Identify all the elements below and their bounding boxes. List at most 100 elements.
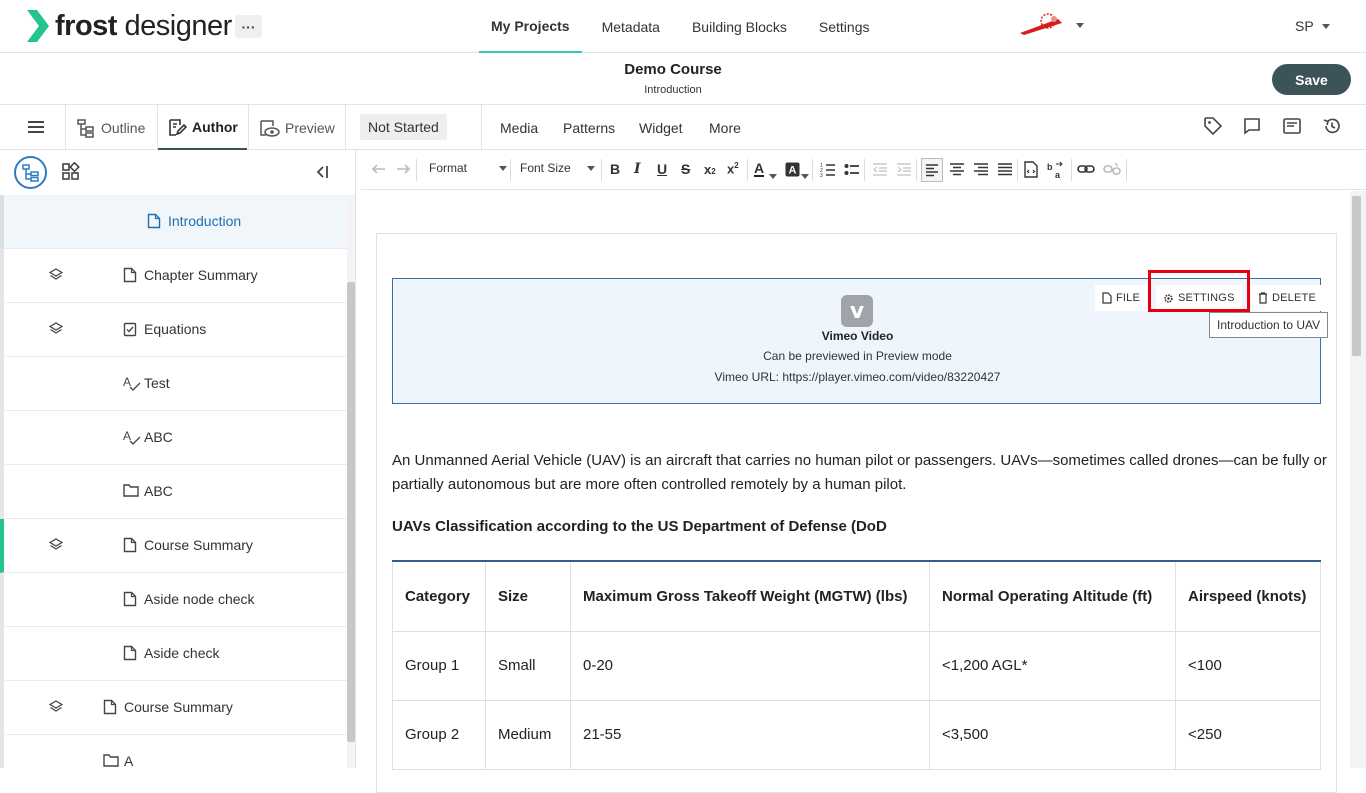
hamburger-menu-icon[interactable] [27, 118, 47, 136]
toolbar-divider [812, 159, 813, 181]
tree-node-label: A [124, 753, 134, 768]
tab-preview[interactable]: Preview [258, 105, 335, 150]
table-cell[interactable]: Group 2 [392, 699, 486, 770]
table-header-cell[interactable]: Maximum Gross Takeoff Weight (MGTW) (lbs… [570, 561, 930, 632]
layers-icon[interactable] [49, 268, 63, 282]
table-cell[interactable]: 0-20 [570, 630, 930, 701]
frost-designer-logo[interactable]: frost designer [27, 8, 232, 44]
tree-node[interactable]: Course Summary [0, 681, 347, 735]
tree-node[interactable]: ABC [0, 465, 347, 519]
file-button[interactable]: FILE [1095, 285, 1148, 311]
comment-icon[interactable] [1242, 116, 1262, 136]
menu-more[interactable]: More [709, 120, 741, 136]
user-menu[interactable]: SP [1295, 18, 1330, 34]
nav-tab-metadata[interactable]: Metadata [590, 0, 672, 53]
grid-view-icon[interactable] [61, 162, 81, 182]
indent-icon[interactable] [896, 162, 912, 177]
tree-view-icon[interactable] [14, 156, 47, 189]
strikethrough-icon[interactable]: S [681, 161, 690, 177]
content-paragraph[interactable]: An Unmanned Aerial Vehicle (UAV) is an a… [392, 449, 1327, 497]
uav-classification-table[interactable]: Category Size Maximum Gross Takeoff Weig… [392, 560, 1321, 770]
superscript-icon[interactable]: x2 [727, 161, 739, 176]
table-cell[interactable]: <1,200 AGL* [929, 630, 1176, 701]
table-header-cell[interactable]: Category [392, 561, 486, 632]
history-icon[interactable] [1322, 116, 1342, 136]
table-cell[interactable]: Medium [485, 699, 571, 770]
layers-icon[interactable] [49, 322, 63, 336]
table-cell[interactable]: <100 [1175, 630, 1321, 701]
layers-icon[interactable] [49, 700, 63, 714]
table-cell[interactable]: <3,500 [929, 699, 1176, 770]
menu-patterns[interactable]: Patterns [563, 120, 615, 136]
table-header-cell[interactable]: Size [485, 561, 571, 632]
notes-icon[interactable] [1282, 116, 1302, 136]
source-code-icon[interactable] [1024, 161, 1038, 178]
undo-icon[interactable] [371, 162, 387, 176]
highlight-color-icon[interactable]: A [785, 162, 800, 177]
link-icon[interactable] [1077, 162, 1095, 176]
bold-icon[interactable]: B [610, 161, 620, 177]
bullet-list-icon[interactable] [844, 162, 860, 177]
table-header-cell[interactable]: Airspeed (knots) [1175, 561, 1321, 632]
spellcheck-icon[interactable]: ba [1047, 161, 1065, 179]
italic-icon[interactable]: I [634, 161, 641, 177]
tab-author[interactable]: Author [158, 105, 247, 150]
editor-scrollbar-thumb[interactable] [1352, 196, 1361, 356]
tree-node[interactable]: A ABC [0, 411, 347, 465]
nav-tab-building-blocks[interactable]: Building Blocks [680, 0, 799, 53]
table-cell[interactable]: <250 [1175, 699, 1321, 770]
align-center-icon[interactable] [949, 162, 965, 177]
content-heading[interactable]: UAVs Classification according to the US … [392, 518, 887, 535]
svg-text:A: A [789, 165, 797, 177]
more-options-button[interactable]: ··· [235, 15, 262, 38]
status-badge[interactable]: Not Started [360, 114, 447, 140]
editor-scrollbar[interactable] [1350, 191, 1366, 768]
delete-button[interactable]: DELETE [1251, 285, 1323, 311]
tree-node[interactable]: A Test [0, 357, 347, 411]
menu-media[interactable]: Media [500, 120, 538, 136]
align-right-icon[interactable] [973, 162, 989, 177]
tree-node[interactable]: Aside check [0, 627, 347, 681]
tree-node[interactable]: Chapter Summary [0, 249, 347, 303]
chevron-down-icon[interactable] [769, 168, 777, 182]
layers-icon[interactable] [49, 538, 63, 552]
toolbar-divider [864, 159, 865, 181]
align-justify-icon[interactable] [997, 162, 1013, 177]
font-size-dropdown[interactable]: Font Size [520, 161, 595, 175]
toolbar-divider [1126, 159, 1127, 181]
chevron-down-icon[interactable] [801, 168, 809, 182]
spellcheck-icon: A [123, 375, 141, 391]
table-cell[interactable]: 21-55 [570, 699, 930, 770]
table-cell[interactable]: Small [485, 630, 571, 701]
tree-node[interactable]: Course Summary [0, 519, 347, 573]
redo-icon[interactable] [395, 162, 411, 176]
tree-node[interactable]: Introduction [0, 195, 347, 249]
tree-node[interactable]: Equations [0, 303, 347, 357]
vimeo-preview-note: Can be previewed in Preview mode [763, 349, 952, 363]
align-left-icon[interactable] [921, 158, 943, 182]
top-navigation: frost designer ··· My Projects Metadata … [0, 0, 1366, 53]
page-icon [123, 645, 137, 661]
tree-node[interactable]: Aside node check [0, 573, 347, 627]
nav-tab-settings[interactable]: Settings [807, 0, 882, 53]
underline-icon[interactable]: U [657, 161, 667, 177]
collapse-sidebar-icon[interactable] [313, 164, 331, 180]
save-button[interactable]: Save [1272, 64, 1351, 95]
unlink-icon[interactable] [1103, 162, 1121, 176]
font-color-icon[interactable]: A [754, 161, 765, 177]
page-icon [123, 591, 137, 607]
tree-node[interactable]: A [0, 735, 347, 768]
table-row: Group 1 Small 0-20 <1,200 AGL* <100 [392, 630, 1321, 701]
tag-icon[interactable] [1203, 116, 1223, 136]
subscript-icon[interactable]: x2 [704, 162, 716, 177]
table-cell[interactable]: Group 1 [392, 630, 486, 701]
organization-logo-dropdown[interactable] [1018, 13, 1084, 37]
table-header-cell[interactable]: Normal Operating Altitude (ft) [929, 561, 1176, 632]
nav-tab-my-projects[interactable]: My Projects [479, 0, 582, 53]
format-dropdown[interactable]: Format [429, 161, 508, 175]
sidebar-scrollbar-thumb[interactable] [347, 282, 355, 742]
numbered-list-icon[interactable]: 123 [820, 162, 836, 177]
outdent-icon[interactable] [872, 162, 888, 177]
tab-outline[interactable]: Outline [76, 105, 145, 150]
menu-widget[interactable]: Widget [639, 120, 683, 136]
